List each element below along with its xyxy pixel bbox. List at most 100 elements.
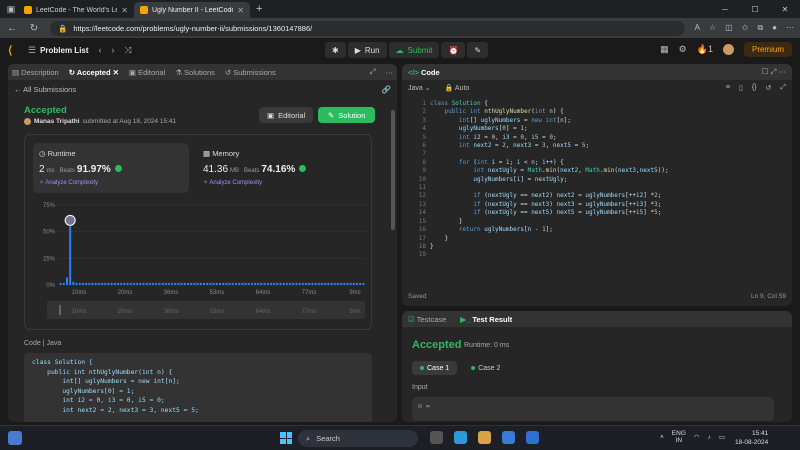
- favorites-icon[interactable]: ✩: [742, 23, 749, 33]
- analyze-complexity-link[interactable]: ✧ Analyze Complexity: [203, 179, 347, 186]
- battery-icon[interactable]: ▭: [719, 433, 725, 441]
- settings-icon[interactable]: ⚙: [679, 44, 687, 55]
- braces-icon[interactable]: {}: [752, 84, 757, 92]
- code-line: uglyNumbers[0] = 1;: [32, 387, 135, 395]
- list-icon[interactable]: ☰: [28, 45, 36, 56]
- premium-button[interactable]: Premium: [743, 42, 792, 57]
- system-clock[interactable]: 15:41 18-08-2024: [735, 429, 768, 447]
- close-tab-icon[interactable]: ✕: [121, 6, 128, 15]
- read-aloud-icon[interactable]: A: [695, 23, 700, 33]
- run-button[interactable]: ▶ Run: [347, 42, 387, 58]
- tab-description[interactable]: ▤ Description: [12, 68, 59, 77]
- reset-icon[interactable]: ↺: [766, 84, 772, 92]
- bookmark-icon[interactable]: ▯: [739, 84, 743, 92]
- line-number: 6: [422, 142, 426, 150]
- runtime-bar: [349, 282, 352, 285]
- chart-brush-strip: [47, 301, 365, 319]
- maximize-icon[interactable]: ☐: [740, 0, 770, 18]
- memory-unit: MB: [230, 168, 240, 174]
- runtime-bar: [158, 282, 161, 285]
- debug-button[interactable]: ✱: [325, 42, 346, 58]
- runtime-bar: [263, 282, 266, 285]
- shuffle-icon[interactable]: ⤨: [125, 45, 132, 56]
- memory-title: ▦ Memory: [203, 149, 347, 158]
- expand-editor-icon[interactable]: ⤢: [770, 67, 776, 76]
- runtime-bar: [336, 282, 339, 285]
- language-select[interactable]: Java ⌄: [408, 84, 431, 92]
- line-number: 19: [418, 251, 426, 259]
- prev-problem-icon[interactable]: ‹: [99, 45, 102, 56]
- editor-menu-icon[interactable]: ⋯: [779, 67, 787, 76]
- runtime-bar: [65, 277, 68, 285]
- next-problem-icon[interactable]: ›: [112, 45, 115, 56]
- more-icon[interactable]: ⋯: [786, 23, 794, 33]
- back-icon[interactable]: ←: [6, 23, 18, 34]
- close-window-icon[interactable]: ✕: [770, 0, 800, 18]
- maximize-editor-icon[interactable]: ☐: [762, 67, 769, 76]
- weather-widget-icon[interactable]: [8, 431, 22, 445]
- autocomplete-toggle[interactable]: 🔒 Auto: [445, 84, 470, 92]
- collections-icon[interactable]: ⧉: [757, 23, 763, 33]
- tab-solutions[interactable]: ⚗ Solutions: [175, 68, 215, 77]
- case-2-tab[interactable]: Case 2: [463, 361, 508, 375]
- runtime-distribution-chart[interactable]: 75% 50% 25% 0% 10ms 20ms 36ms 53ms 64ms 77ms 9ms 10…: [25, 197, 373, 332]
- analyze-complexity-link[interactable]: ✧ Analyze Complexity: [39, 179, 183, 186]
- timer-button[interactable]: ⏰: [441, 42, 466, 58]
- all-submissions-link[interactable]: ← All Submissions: [14, 85, 76, 94]
- submit-button[interactable]: ☁ Submit: [388, 42, 440, 58]
- tab-accepted[interactable]: ↻ Accepted ✕: [69, 68, 119, 77]
- tab-editorial[interactable]: ▣ Editorial: [129, 68, 165, 77]
- solution-button[interactable]: ✎ Solution: [318, 107, 376, 123]
- url-text: https://leetcode.com/problems/ugly-numbe…: [73, 23, 313, 33]
- minimize-icon[interactable]: ─: [710, 0, 740, 18]
- left-scrollbar[interactable]: [391, 110, 395, 230]
- user-avatar[interactable]: [722, 44, 734, 55]
- favorite-star-icon[interactable]: ☆: [709, 23, 716, 33]
- code-label: Code: [24, 340, 41, 347]
- fullscreen-icon[interactable]: ⤢: [780, 84, 786, 92]
- tab-test-result[interactable]: ▶_ Test Result: [460, 315, 512, 324]
- tray-chevron-icon[interactable]: ˄: [660, 434, 664, 441]
- edge-browser-icon[interactable]: [454, 431, 467, 444]
- memory-box[interactable]: ▦ Memory 41.36 MB Beats 74.16% ✧ Analyze…: [197, 143, 353, 193]
- layout-icon[interactable]: ▦: [660, 44, 669, 55]
- expand-icon[interactable]: ⤢: [370, 67, 376, 77]
- author-name[interactable]: Manas Tripathi: [34, 118, 80, 125]
- windows-start-icon[interactable]: [280, 432, 292, 444]
- tab-label: Submissions: [233, 67, 276, 77]
- refresh-icon[interactable]: ↻: [28, 23, 40, 34]
- volume-icon[interactable]: ♪: [708, 434, 711, 441]
- notes-button[interactable]: ✎: [467, 42, 489, 58]
- problem-list-link[interactable]: Problem List: [40, 46, 88, 55]
- file-explorer-icon[interactable]: [478, 431, 491, 444]
- taskbar-search[interactable]: ⌕ Search: [298, 430, 418, 447]
- browser-tab-ugly-number[interactable]: Ugly Number II - LeetCode ✕: [134, 2, 250, 18]
- profile-icon[interactable]: ●: [772, 23, 777, 33]
- mail-icon[interactable]: [526, 431, 539, 444]
- editorial-button[interactable]: ▣ Editorial: [259, 107, 314, 123]
- tab-submissions[interactable]: ↺ Submissions: [225, 68, 276, 77]
- tab-testcase[interactable]: ☑ Testcase: [408, 315, 446, 324]
- language-value: Java: [408, 85, 423, 92]
- browser-tab-leetcode-home[interactable]: LeetCode - The World's Leading ✕: [18, 2, 134, 18]
- leetcode-logo-icon[interactable]: ⟨: [8, 44, 18, 57]
- store-icon[interactable]: [502, 431, 515, 444]
- new-tab-icon[interactable]: +: [256, 3, 262, 15]
- runtime-bar: [78, 282, 81, 285]
- format-icon[interactable]: ≡: [726, 84, 730, 92]
- close-tab-icon[interactable]: ✕: [237, 6, 244, 15]
- language-indicator[interactable]: ENG IN: [672, 430, 686, 444]
- case-1-tab[interactable]: Case 1: [412, 361, 458, 375]
- line-number: 16: [418, 226, 426, 234]
- url-field[interactable]: 🔒 https://leetcode.com/problems/ugly-num…: [50, 20, 685, 36]
- code-editor-text[interactable]: class Solution { public int nthUglyNumbe…: [430, 100, 669, 251]
- wifi-icon[interactable]: ◠: [694, 433, 700, 441]
- streak-counter[interactable]: 🔥1: [697, 44, 713, 55]
- task-view-icon[interactable]: [430, 431, 443, 444]
- tab-actions-icon[interactable]: ▣: [4, 2, 18, 16]
- runtime-box[interactable]: ◷ Runtime 2 ms Beats 91.97% ✧ Analyze Co…: [33, 143, 189, 193]
- split-screen-icon[interactable]: ◫: [725, 23, 733, 33]
- share-link-icon[interactable]: 🔗: [382, 85, 391, 94]
- panel-menu-icon[interactable]: ⋯: [386, 68, 394, 77]
- line-number: 10: [418, 175, 426, 183]
